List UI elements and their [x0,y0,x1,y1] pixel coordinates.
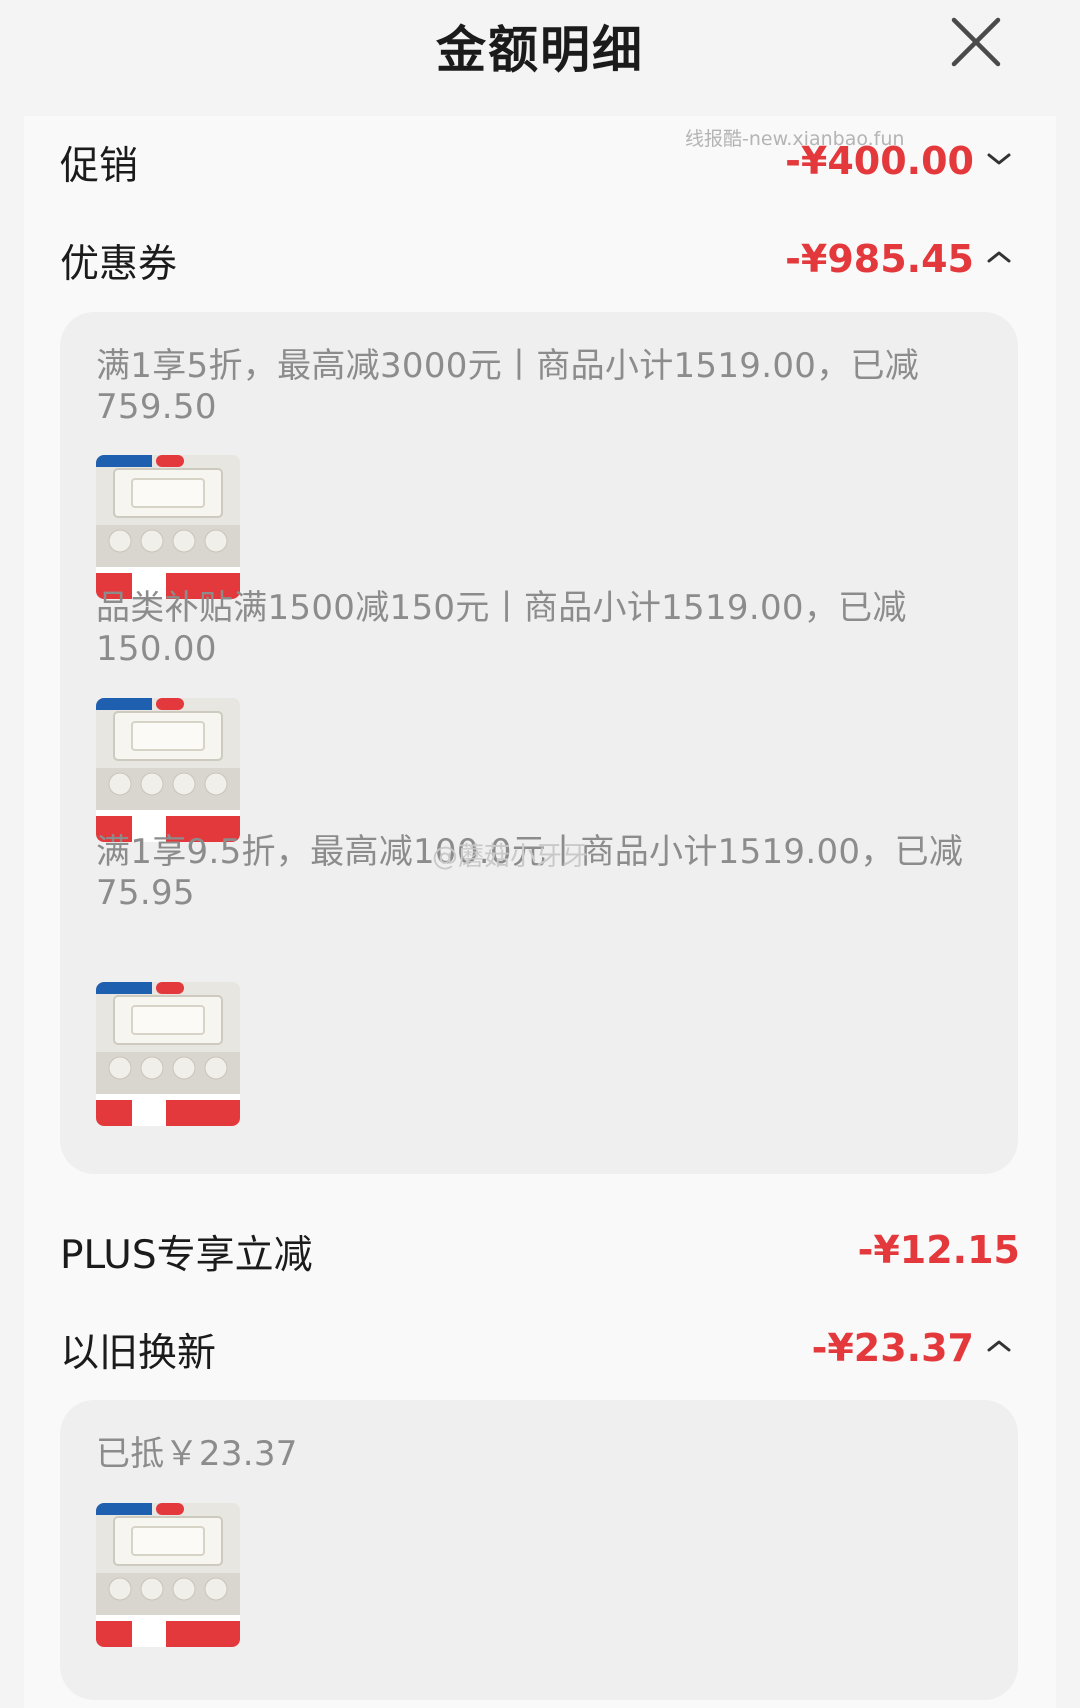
ceiling-lamp-image [96,982,240,1126]
row-label-tradein: 以旧换新 [60,1331,217,1376]
product-thumbnail[interactable] [96,982,240,1126]
row-coupon[interactable]: 优惠券 -¥985.45 [60,223,1020,293]
coupon-detail-panel: 满1享5折，最高减3000元丨商品小计1519.00，已减759.50 品类补贴… [60,312,1018,1174]
ceiling-lamp-image [96,698,240,842]
row-promotion[interactable]: 促销 -¥400.00 [60,125,1020,195]
ceiling-lamp-image [96,455,240,599]
product-thumbnail[interactable] [96,698,240,842]
row-amount-plus: -¥12.15 [857,1228,1020,1272]
product-thumbnail[interactable] [96,1503,240,1647]
weibo-watermark: @蘑菇小牙牙 [432,842,589,872]
coupon-item-text: 品类补贴满1500减150元丨商品小计1519.00，已减150.00 [96,588,907,669]
row-amount-coupon: -¥985.45 [785,237,974,281]
tradein-detail-panel: 已抵￥23.37 [60,1400,1018,1700]
ceiling-lamp-image [96,1503,240,1647]
page-title: 金额明细 [436,21,644,79]
row-amount-tradein: -¥23.37 [811,1326,974,1370]
close-button[interactable] [950,16,1002,68]
row-label-promotion: 促销 [60,144,139,189]
chevron-up-icon[interactable] [986,247,1012,267]
row-label-coupon: 优惠券 [60,242,178,287]
chevron-up-icon[interactable] [986,1336,1012,1356]
chevron-down-icon[interactable] [986,149,1012,169]
close-icon [951,17,1001,67]
coupon-item-text: 满1享5折，最高减3000元丨商品小计1519.00，已减759.50 [96,346,920,427]
row-label-plus: PLUS专享立减 [60,1233,313,1278]
row-plus-discount: PLUS专享立减 -¥12.15 [60,1214,1020,1284]
product-thumbnail[interactable] [96,455,240,599]
row-tradein[interactable]: 以旧换新 -¥23.37 [60,1312,1020,1382]
tradein-item-text: 已抵￥23.37 [96,1434,298,1474]
row-amount-promotion: -¥400.00 [785,139,974,183]
header: 金额明细 [0,0,1080,105]
